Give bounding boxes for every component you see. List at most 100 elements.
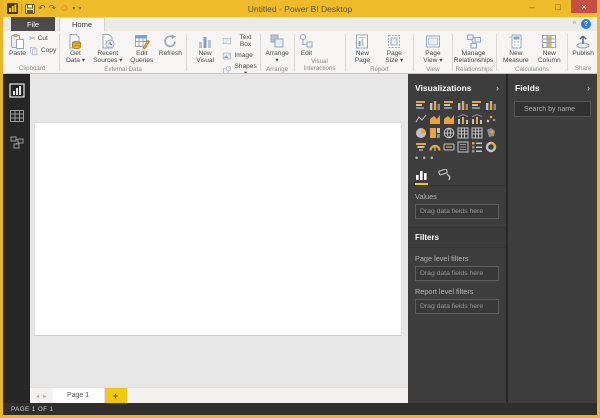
undo-icon[interactable]: ↶ [38, 3, 46, 15]
multi-row-card-icon[interactable] [457, 141, 469, 153]
button-label: New Visual [196, 50, 215, 65]
line-and-clustered-column-chart-icon[interactable] [457, 113, 469, 125]
add-page-button[interactable]: + [104, 388, 127, 403]
format-bucket-tab[interactable] [438, 169, 452, 185]
main-area: ◂ ▸ Page 1 + Visualizations › • • • Valu… [3, 74, 597, 403]
redo-icon[interactable]: ↷ [49, 3, 57, 15]
page-level-filters-drop-zone[interactable]: Drag data fields here [415, 266, 499, 281]
fields-collapse-icon[interactable]: › [587, 83, 590, 93]
get-data-button[interactable]: Get Data ▾ [63, 33, 88, 65]
button-label: Edit [300, 50, 313, 57]
clustered-column-chart-icon[interactable] [457, 99, 469, 111]
line-and-stacked-column-chart-icon[interactable] [471, 113, 483, 125]
collapse-ribbon-icon[interactable]: ^ [573, 21, 576, 28]
group-separator [451, 34, 453, 71]
funnel-icon[interactable] [415, 141, 427, 153]
arrange-button[interactable]: Arrange ▾ [264, 33, 291, 65]
page-view-button[interactable]: Page View ▾ [417, 33, 449, 65]
page-tab-strip: ◂ ▸ Page 1 + [30, 387, 408, 403]
100-stacked-bar-chart-icon[interactable] [471, 99, 483, 111]
fields-bucket-tab[interactable] [415, 169, 428, 185]
visualizations-collapse-icon[interactable]: › [496, 83, 499, 93]
pie-chart-icon[interactable] [415, 127, 427, 139]
new-column-icon [541, 33, 557, 50]
new-measure-button[interactable]: New Measure [500, 33, 533, 65]
area-chart-icon[interactable] [429, 113, 441, 125]
clustered-bar-chart-icon[interactable] [443, 99, 455, 111]
card-icon[interactable] [443, 141, 455, 153]
page-size-button[interactable]: Page Size ▾ [378, 33, 410, 65]
group-separator [259, 34, 261, 71]
window-controls: – □ × [519, 0, 597, 13]
more-visuals[interactable]: • • • [408, 153, 506, 163]
publish-button[interactable]: Publish [571, 33, 595, 57]
scatter-chart-icon[interactable] [485, 113, 497, 125]
shapes-button[interactable]: Shapes ▾ [222, 63, 257, 73]
filled-map-icon[interactable] [485, 127, 497, 139]
relationships-view-icon[interactable] [8, 134, 26, 150]
edit-queries-button[interactable]: Edit Queries [128, 33, 156, 65]
stacked-area-chart-icon[interactable] [443, 113, 455, 125]
new-page-button[interactable]: New Page [348, 33, 376, 65]
stacked-bar-chart-icon[interactable] [415, 99, 427, 111]
maximize-button[interactable]: □ [545, 0, 571, 13]
report-level-filters-drop-zone[interactable]: Drag data fields here [415, 299, 499, 314]
recent-sources-button[interactable]: Recent Sources ▾ [90, 33, 126, 65]
button-label: Text Box [239, 34, 252, 49]
map-icon[interactable] [443, 127, 455, 139]
report-page[interactable] [34, 122, 402, 336]
line-chart-icon[interactable] [415, 113, 427, 125]
feedback-smiley-icon[interactable]: ☺ [59, 3, 69, 15]
qat-customize-icon[interactable]: ▾ [78, 3, 81, 15]
ribbon-group-label: Report [370, 65, 389, 73]
page-tab[interactable]: Page 1 [52, 388, 105, 403]
qat-separator [21, 3, 22, 14]
values-drop-zone[interactable]: Drag data fields here [415, 204, 499, 219]
100-stacked-column-chart-icon[interactable] [485, 99, 497, 111]
donut-chart-icon[interactable] [485, 141, 497, 153]
button-label: Page Size ▾ [385, 50, 404, 65]
copy-button[interactable]: Copy [29, 46, 56, 56]
new-column-button[interactable]: New Column [534, 33, 564, 65]
treemap-icon[interactable] [429, 127, 441, 139]
minimize-button[interactable]: – [519, 0, 545, 13]
close-button[interactable]: × [571, 0, 597, 13]
text-box-button[interactable]: Text Box [222, 34, 256, 49]
ribbon-group-label: External Data [104, 65, 142, 73]
next-page-icon[interactable]: ▸ [43, 392, 46, 400]
stacked-column-chart-icon[interactable] [429, 99, 441, 111]
refresh-icon [162, 33, 178, 50]
search-input[interactable] [522, 104, 586, 114]
edit-queries-icon [134, 33, 150, 50]
fields-panel: Fields › [508, 74, 597, 403]
data-view-icon[interactable] [8, 108, 26, 124]
arrange-icon [269, 33, 285, 50]
edit-button[interactable]: Edit [297, 33, 315, 57]
image-button[interactable]: Image [222, 51, 256, 61]
file-tab[interactable]: File [11, 17, 55, 31]
slicer-icon[interactable] [471, 141, 483, 153]
button-label: Arrange ▾ [265, 50, 289, 65]
home-tab[interactable]: Home [59, 17, 105, 31]
quick-access-toolbar: ↶ ↷ ☺ ▾ ▾ [3, 0, 81, 17]
report-view-icon[interactable] [8, 82, 26, 98]
cut-button[interactable]: ✂ Cut [29, 34, 56, 44]
manage-relationships-button[interactable]: Manage Relationships [454, 33, 493, 65]
gauge-icon[interactable] [429, 141, 441, 153]
status-bar: PAGE 1 OF 1 [3, 403, 597, 415]
visual-interactions-icon [298, 33, 314, 50]
fields-search-box[interactable] [514, 101, 591, 117]
paste-button[interactable]: Paste [8, 33, 27, 57]
table-icon[interactable] [457, 127, 469, 139]
refresh-button[interactable]: Refresh [158, 33, 183, 57]
recent-sources-icon [100, 33, 116, 50]
help-icon[interactable]: ? [581, 19, 591, 29]
shapes-icon [222, 65, 232, 73]
prev-page-icon[interactable]: ◂ [36, 392, 39, 400]
window-title: Untitled - Power BI Desktop [247, 3, 353, 14]
matrix-icon[interactable] [471, 127, 483, 139]
new-visual-button[interactable]: New Visual [190, 33, 221, 65]
save-icon[interactable] [25, 3, 35, 15]
feedback-dropdown-icon[interactable]: ▾ [72, 3, 75, 15]
report-canvas[interactable] [30, 74, 408, 387]
